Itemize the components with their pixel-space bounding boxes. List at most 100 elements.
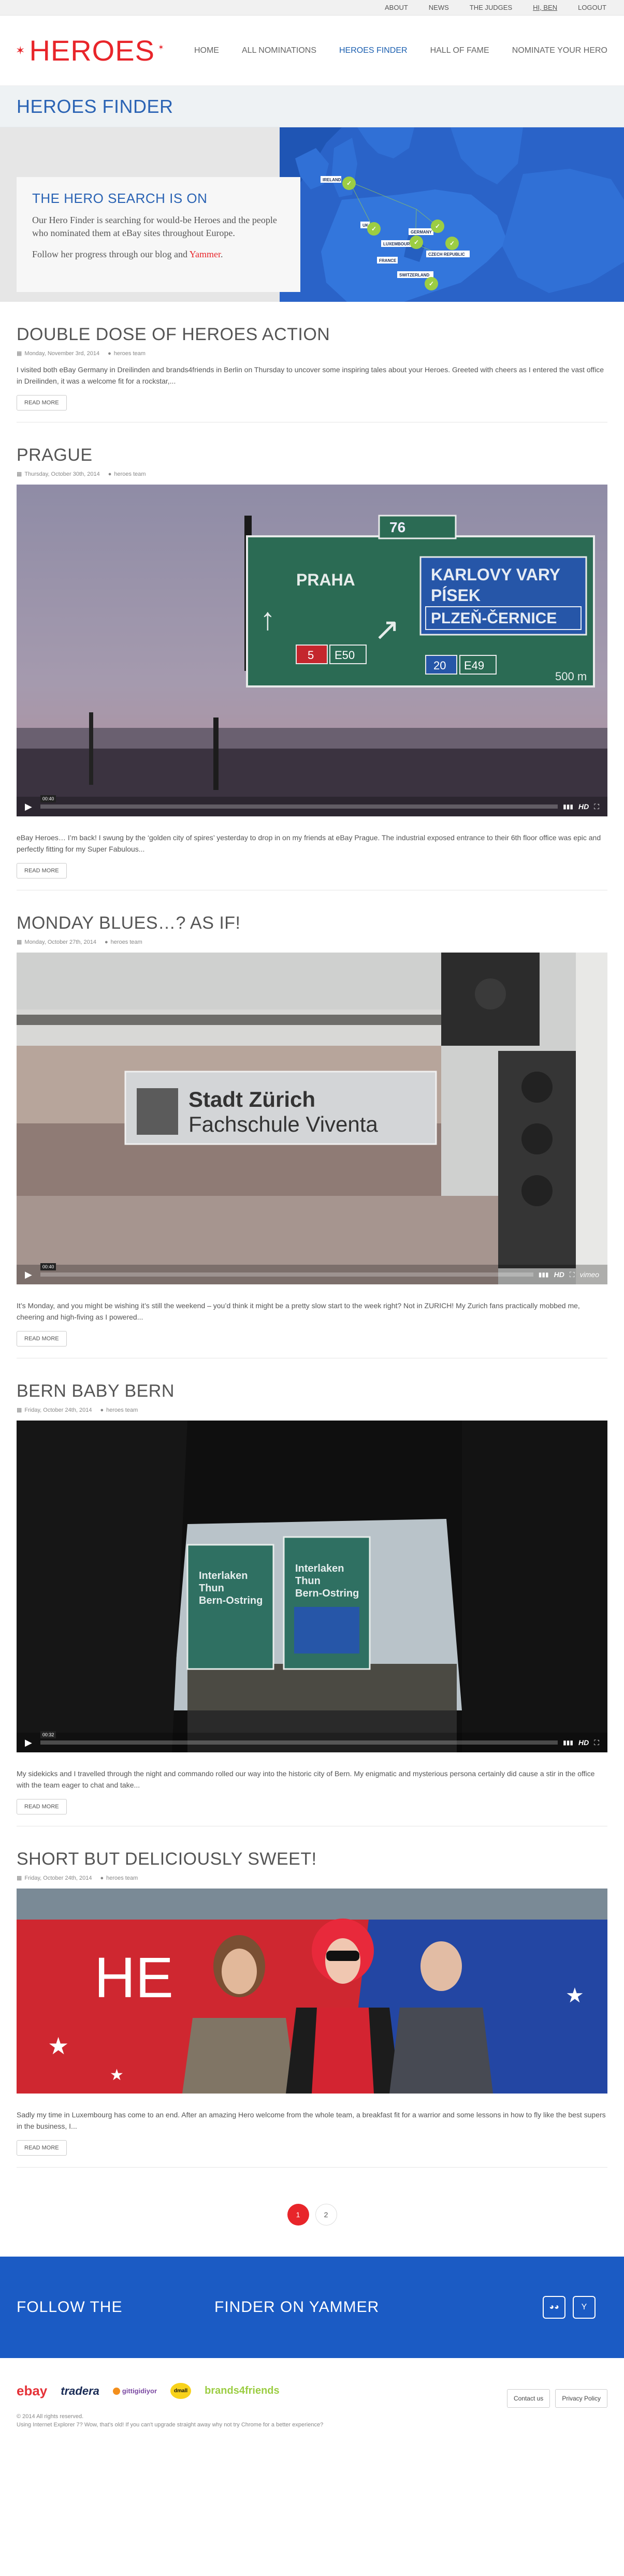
post-meta: ▦ Friday, October 24th, 2014 ● heroes tea… [17,1875,607,1882]
hd-toggle[interactable]: HD [554,1270,564,1279]
post-meta: ▦ Monday, November 3rd, 2014 ● heroes tea… [17,350,607,357]
user-icon: ● [108,471,112,477]
nav-heroes-finder[interactable]: HEROES FINDER [339,46,408,55]
user-icon: ● [105,939,108,945]
contact-us-button[interactable]: Contact us [506,2389,550,2408]
video-time: 00:40 [40,795,56,802]
video-time: 00:32 [40,1731,56,1738]
video-progress-bar[interactable]: 00:40 [40,795,558,809]
post-title[interactable]: BERN BABY BERN [17,1381,607,1401]
video-player[interactable]: Stadt Zürich Fachschule Viventa ▶ 00:40 … [17,953,607,1284]
gittigidiyor-text: gittigidiyor [122,2387,157,2395]
page-2-button[interactable]: 2 [315,2204,337,2226]
map-label-france: FRANCE [379,258,397,263]
map-label-czech-republic: CZECH REPUBLIC [428,252,465,257]
video-player[interactable]: Interlaken Thun Bern-Ostring Interlaken … [17,1421,607,1752]
post-title[interactable]: SHORT BUT DELICIOUSLY SWEET! [17,1849,607,1869]
sign-exit-3: 20 [433,659,446,672]
volume-icon[interactable]: ▮▮▮ [539,1271,549,1278]
nav-nominate-your-hero[interactable]: NOMINATE YOUR HERO [512,46,607,55]
post-title[interactable]: PRAGUE [17,445,607,465]
gittigidiyor-logo[interactable]: gittigidiyor [112,2387,157,2395]
video-frame-bern: Interlaken Thun Bern-Ostring Interlaken … [17,1421,607,1752]
map-label-germany: GERMANY [411,230,432,235]
post-date: Friday, October 24th, 2014 [24,1875,92,1881]
hd-toggle[interactable]: HD [578,1738,589,1747]
dmall-logo[interactable]: dmall [170,2383,192,2399]
nav-hall-of-fame[interactable]: HALL OF FAME [430,46,489,55]
post-title[interactable]: MONDAY BLUES…? AS IF! [17,913,607,933]
svg-text:★: ★ [565,1984,584,2007]
play-icon[interactable]: ▶ [25,1737,32,1748]
post-title[interactable]: DOUBLE DOSE OF HEROES ACTION [17,325,607,345]
post-list: DOUBLE DOSE OF HEROES ACTION ▦ Monday, N… [0,302,624,2168]
user-greeting-link[interactable]: HI, BEN [533,4,557,11]
nav-all-nominations[interactable]: ALL NOMINATIONS [242,46,316,55]
star-icon: ✶ [157,43,164,51]
calendar-icon: ▦ [17,1407,22,1413]
video-frame-prague: 76 PRAHA KARLOVY VARY PÍSEK PLZEŇ-ČERNIC… [17,485,607,816]
svg-text:★: ★ [48,2032,69,2059]
post-meta: ▦ Monday, October 27th, 2014 ● heroes tea… [17,939,607,946]
heroes-logo[interactable]: ✶ HEROES ✶ [16,34,164,67]
read-more-button[interactable]: READ MORE [17,1799,67,1814]
hero-follow-prefix: Follow her progress through our blog and [32,249,190,259]
logout-link[interactable]: LOGOUT [578,4,606,11]
post-author: heroes team [114,471,146,477]
vimeo-logo[interactable]: vimeo [580,1270,599,1279]
video-player[interactable]: 76 PRAHA KARLOVY VARY PÍSEK PLZEŇ-ČERNIC… [17,485,607,816]
sign-left-line-3: Bern-Ostring [199,1595,263,1606]
tradera-logo[interactable]: tradera [61,2384,99,2398]
privacy-policy-button[interactable]: Privacy Policy [555,2389,607,2408]
post-meta: ▦ Thursday, October 30th, 2014 ● heroes t… [17,471,607,478]
ebay-logo[interactable]: ebay [17,2383,47,2399]
post-excerpt: eBay Heroes… I’m back! I swung by the ‘g… [17,833,601,853]
read-more-button[interactable]: READ MORE [17,863,67,879]
post: SHORT BUT DELICIOUSLY SWEET! ▦ Friday, O… [17,1826,607,2168]
judges-link[interactable]: THE JUDGES [470,4,512,11]
hero-banner: IRELAND ✓ UK ✓ GERMANY ✓ LUXEMBOURG ✓ CZ… [0,127,624,302]
sign-city: PRAHA [296,570,355,589]
post-date: Friday, October 24th, 2014 [24,1407,92,1413]
volume-icon[interactable]: ▮▮▮ [563,1739,573,1746]
read-more-button[interactable]: READ MORE [17,395,67,411]
page-1-button[interactable]: 1 [287,2204,309,2226]
read-more-button[interactable]: READ MORE [17,2140,67,2156]
europe-map: IRELAND ✓ UK ✓ GERMANY ✓ LUXEMBOURG ✓ CZ… [280,127,624,302]
sign-exit-1: 5 [308,649,314,662]
read-more-button[interactable]: READ MORE [17,1331,67,1346]
hero-follow-suffix: . [220,249,223,259]
volume-icon[interactable]: ▮▮▮ [563,803,573,810]
calendar-icon: ▦ [17,471,22,477]
sign-dest-3: PLZEŇ-ČERNICE [431,609,557,627]
hd-toggle[interactable]: HD [578,802,589,811]
yammer-icon[interactable]: Y [573,2296,596,2319]
post-excerpt: I visited both eBay Germany in Dreilinde… [17,365,604,385]
hero-heading: THE HERO SEARCH IS ON [32,191,208,206]
user-icon: ● [108,350,111,357]
follow-text-left: FOLLOW THE [17,2299,123,2316]
fullscreen-icon[interactable]: ⛶ [594,1738,599,1747]
yammer-link[interactable]: Yammer [190,249,221,259]
news-link[interactable]: NEWS [429,4,449,11]
mask-icon[interactable]: ◕◕ [543,2296,565,2319]
nav-home[interactable]: HOME [194,46,219,55]
sign-exit-4: E49 [464,659,484,672]
gittigidiyor-dot-icon [112,2387,120,2395]
play-icon[interactable]: ▶ [25,1269,32,1280]
video-progress-bar[interactable]: 00:40 [40,1263,533,1277]
sign-road-number: 76 [389,519,405,535]
play-icon[interactable]: ▶ [25,801,32,812]
svg-text:↗: ↗ [374,612,400,647]
brands4friends-logo[interactable]: brands4friends [205,2385,279,2397]
video-controls: ▶ 00:32 ▮▮▮ HD ⛶ [17,1731,607,1752]
sign-dest-2: PÍSEK [431,586,481,605]
video-progress-bar[interactable]: 00:32 [40,1731,558,1745]
follow-icons: ◕◕ Y [535,2296,596,2319]
about-link[interactable]: ABOUT [385,4,408,11]
fullscreen-icon[interactable]: ⛶ [570,1270,575,1279]
fullscreen-icon[interactable]: ⛶ [594,802,599,811]
svg-text:✓: ✓ [346,180,352,187]
post-excerpt: Sadly my time in Luxembourg has come to … [17,2111,606,2130]
svg-text:✓: ✓ [449,240,455,247]
